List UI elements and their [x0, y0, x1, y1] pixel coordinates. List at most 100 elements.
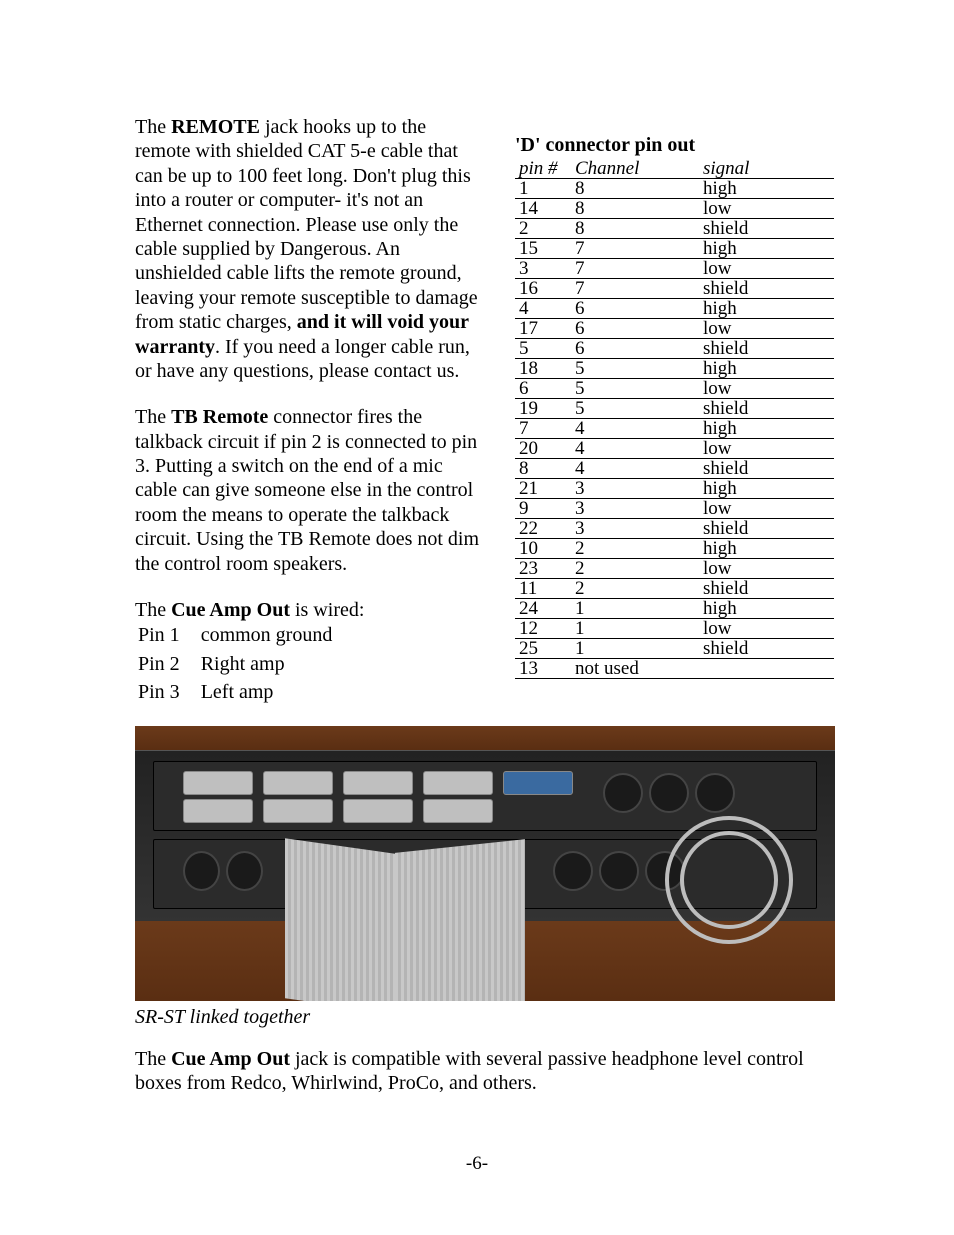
- pinout-row: 18high: [515, 179, 834, 199]
- pin-number: 13: [515, 659, 571, 679]
- pinout-row: 13not used: [515, 659, 834, 679]
- cue-pin: Pin 1: [137, 622, 198, 648]
- pin-channel: 1: [571, 619, 699, 639]
- text: The: [135, 116, 171, 138]
- pin-channel: 6: [571, 319, 699, 339]
- pin-channel: 4: [571, 459, 699, 479]
- text: The: [135, 599, 171, 621]
- pin-number: 2: [515, 219, 571, 239]
- text: is wired:: [290, 599, 364, 621]
- pinout-row: 223shield: [515, 519, 834, 539]
- pin-signal: low: [699, 439, 834, 459]
- pinout-row: 56shield: [515, 339, 834, 359]
- pin-number: 11: [515, 579, 571, 599]
- pinout-row: 121low: [515, 619, 834, 639]
- pin-signal: low: [699, 199, 834, 219]
- col-header: pin #: [515, 159, 571, 179]
- col-header: signal: [699, 159, 834, 179]
- pin-signal: shield: [699, 219, 834, 239]
- photo-caption: SR-ST linked together: [135, 1005, 834, 1029]
- pin-channel: 2: [571, 559, 699, 579]
- pinout-row: 204low: [515, 439, 834, 459]
- pin-channel: 1: [571, 639, 699, 659]
- cue-pin-table: Pin 1common groundPin 2Right ampPin 3Lef…: [135, 620, 352, 707]
- d-connector-pinout-table: pin # Channel signal 18high148low28shiel…: [515, 159, 834, 679]
- pinout-row: 241high: [515, 599, 834, 619]
- col-header: Channel: [571, 159, 699, 179]
- pin-signal: shield: [699, 579, 834, 599]
- pin-signal: shield: [699, 519, 834, 539]
- pinout-row: 185high: [515, 359, 834, 379]
- pin-signal: low: [699, 559, 834, 579]
- pinout-row: 176low: [515, 319, 834, 339]
- photo-sr-st-linked: [135, 726, 835, 1001]
- pin-channel: 5: [571, 379, 699, 399]
- pin-number: 23: [515, 559, 571, 579]
- pinout-row: 102high: [515, 539, 834, 559]
- pin-number: 19: [515, 399, 571, 419]
- pin-number: 16: [515, 279, 571, 299]
- pin-number: 7: [515, 419, 571, 439]
- pin-channel: 8: [571, 179, 699, 199]
- pinout-row: 167shield: [515, 279, 834, 299]
- pin-channel: 8: [571, 219, 699, 239]
- cue-desc: Right amp: [200, 651, 351, 677]
- pin-number: 6: [515, 379, 571, 399]
- pin-channel: 6: [571, 299, 699, 319]
- pin-signal: shield: [699, 399, 834, 419]
- document-page: The REMOTE jack hooks up to the remote w…: [0, 0, 954, 1235]
- pin-signal: high: [699, 299, 834, 319]
- cue-desc: Left amp: [200, 679, 351, 705]
- pin-channel: 3: [571, 519, 699, 539]
- pin-channel: 4: [571, 439, 699, 459]
- cue-pin: Pin 3: [137, 679, 198, 705]
- pin-signal: shield: [699, 459, 834, 479]
- pin-number: 8: [515, 459, 571, 479]
- pinout-row: 93low: [515, 499, 834, 519]
- pin-number: 9: [515, 499, 571, 519]
- cue-row: Pin 1common ground: [137, 622, 350, 648]
- paragraph-tb-remote: The TB Remote connector fires the talkba…: [135, 405, 485, 576]
- pin-channel: 5: [571, 399, 699, 419]
- left-column: The REMOTE jack hooks up to the remote w…: [135, 115, 485, 708]
- paragraph-cue-amp-out: The Cue Amp Out is wired:: [135, 598, 485, 622]
- pin-number: 24: [515, 599, 571, 619]
- pin-signal: low: [699, 319, 834, 339]
- pinout-row: 37low: [515, 259, 834, 279]
- pinout-row: 195shield: [515, 399, 834, 419]
- pinout-row: 65low: [515, 379, 834, 399]
- pin-signal: high: [699, 479, 834, 499]
- paragraph-remote: The REMOTE jack hooks up to the remote w…: [135, 115, 485, 383]
- pin-signal: shield: [699, 339, 834, 359]
- pin-number: 10: [515, 539, 571, 559]
- pin-channel: 2: [571, 579, 699, 599]
- cue-pin: Pin 2: [137, 651, 198, 677]
- table-header-row: pin # Channel signal: [515, 159, 834, 179]
- pin-number: 20: [515, 439, 571, 459]
- text-bold: REMOTE: [171, 116, 260, 138]
- pin-signal: high: [699, 419, 834, 439]
- pin-signal: shield: [699, 279, 834, 299]
- pin-signal: low: [699, 499, 834, 519]
- pin-channel: 4: [571, 419, 699, 439]
- pin-signal: high: [699, 539, 834, 559]
- cue-desc: common ground: [200, 622, 351, 648]
- pin-signal: low: [699, 619, 834, 639]
- right-column: 'D' connector pin out pin # Channel sign…: [515, 115, 834, 708]
- pin-signal: low: [699, 259, 834, 279]
- pinout-row: 84shield: [515, 459, 834, 479]
- pin-channel: 6: [571, 339, 699, 359]
- text-bold: Cue Amp Out: [171, 1048, 290, 1070]
- pinout-row: 213high: [515, 479, 834, 499]
- pin-signal: shield: [699, 639, 834, 659]
- pin-number: 21: [515, 479, 571, 499]
- pin-channel: 7: [571, 259, 699, 279]
- cue-row: Pin 2Right amp: [137, 651, 350, 677]
- pin-signal: high: [699, 599, 834, 619]
- pinout-row: 251shield: [515, 639, 834, 659]
- pin-number: 5: [515, 339, 571, 359]
- pin-signal: high: [699, 179, 834, 199]
- pin-number: 18: [515, 359, 571, 379]
- pin-number: 17: [515, 319, 571, 339]
- cue-row: Pin 3Left amp: [137, 679, 350, 705]
